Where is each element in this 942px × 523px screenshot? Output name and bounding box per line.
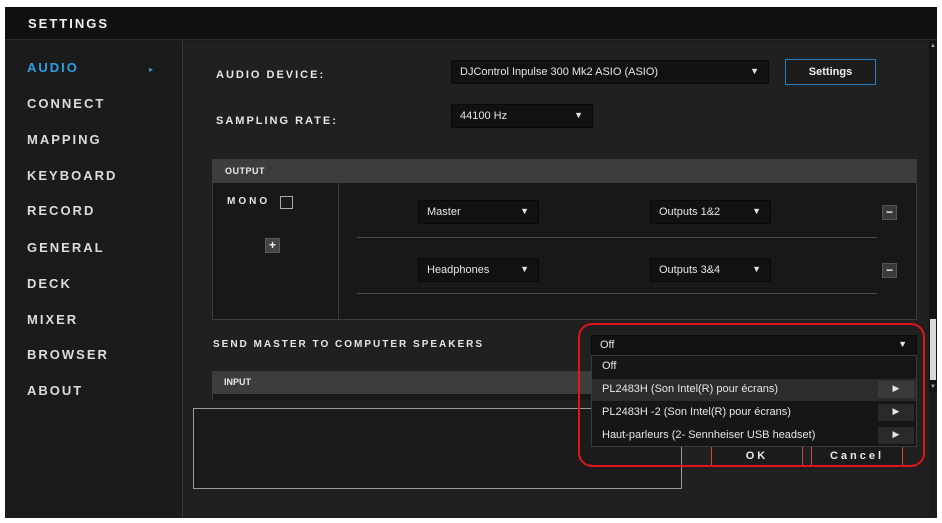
chevron-down-icon: ▼: [574, 110, 583, 120]
send-master-value: Off: [600, 339, 615, 351]
device-settings-button[interactable]: Settings: [785, 59, 876, 85]
output-port-value: Outputs 1&2: [659, 206, 721, 218]
add-output-button[interactable]: +: [265, 238, 280, 253]
output-channel-value: Headphones: [427, 264, 490, 276]
scroll-up-icon[interactable]: ▲: [929, 41, 937, 51]
sidebar-item-record[interactable]: RECORD: [27, 203, 95, 218]
ok-button[interactable]: OK: [711, 445, 803, 467]
audio-device-value: DJControl Inpulse 300 Mk2 ASIO (ASIO): [460, 66, 659, 78]
menu-item-haut-parleurs[interactable]: Haut-parleurs (2- Sennheiser USB headset…: [592, 425, 916, 447]
output-options: MONO +: [213, 183, 339, 319]
sidebar-item-mixer[interactable]: MIXER: [27, 312, 78, 327]
submenu-arrow-icon[interactable]: ▶: [878, 381, 914, 398]
active-arrow-icon: ▸: [149, 65, 154, 74]
menu-item-label: PL2483H (Son Intel(R) pour écrans): [602, 383, 779, 395]
output-channel-select-headphones[interactable]: Headphones ▼: [418, 258, 539, 282]
output-port-select-2[interactable]: Outputs 3&4 ▼: [650, 258, 771, 282]
menu-item-off[interactable]: Off: [592, 356, 916, 378]
send-master-select[interactable]: Off ▼: [591, 335, 917, 356]
sidebar-item-about[interactable]: ABOUT: [27, 383, 83, 398]
title-bar: SETTINGS: [5, 7, 937, 40]
menu-item-pl2483h[interactable]: PL2483H (Son Intel(R) pour écrans) ▶: [592, 379, 916, 401]
sidebar-item-browser[interactable]: BROWSER: [27, 347, 109, 362]
window-title: SETTINGS: [28, 16, 110, 31]
mono-label: MONO: [227, 196, 271, 207]
audio-device-select[interactable]: DJControl Inpulse 300 Mk2 ASIO (ASIO) ▼: [451, 60, 769, 84]
chevron-down-icon: ▼: [898, 339, 907, 349]
sidebar-item-deck[interactable]: DECK: [27, 276, 72, 291]
row-divider: [357, 237, 877, 238]
speaker-dropdown-menu: Off PL2483H (Son Intel(R) pour écrans) ▶…: [591, 355, 917, 447]
sidebar-item-audio[interactable]: AUDIO: [27, 60, 79, 75]
sampling-rate-select[interactable]: 44100 Hz ▼: [451, 104, 593, 128]
sidebar-item-connect[interactable]: CONNECT: [27, 96, 105, 111]
sidebar-item-mapping[interactable]: MAPPING: [27, 132, 102, 147]
sidebar: AUDIO ▸ CONNECT MAPPING KEYBOARD RECORD …: [5, 41, 183, 518]
chevron-down-icon: ▼: [752, 264, 761, 274]
output-panel: OUTPUT MONO + Master ▼ Outputs 1&2 ▼ − H…: [212, 159, 917, 320]
output-port-select-1[interactable]: Outputs 1&2 ▼: [650, 200, 771, 224]
menu-item-label: PL2483H -2 (Son Intel(R) pour écrans): [602, 406, 791, 418]
vertical-scrollbar[interactable]: ▲ ▼: [929, 41, 937, 392]
chevron-down-icon: ▼: [520, 206, 529, 216]
sampling-rate-value: 44100 Hz: [460, 110, 508, 122]
output-port-value: Outputs 3&4: [659, 264, 721, 276]
menu-item-label: Off: [602, 360, 617, 372]
remove-output-button[interactable]: −: [882, 263, 897, 278]
submenu-arrow-icon[interactable]: ▶: [878, 427, 914, 444]
sidebar-item-general[interactable]: GENERAL: [27, 240, 105, 255]
row-divider: [357, 293, 877, 294]
remove-output-button[interactable]: −: [882, 205, 897, 220]
mono-checkbox[interactable]: [280, 196, 293, 209]
cancel-button[interactable]: Cancel: [811, 445, 903, 467]
output-channel-value: Master: [427, 206, 461, 218]
submenu-arrow-icon[interactable]: ▶: [878, 404, 914, 421]
scroll-down-icon[interactable]: ▼: [929, 382, 937, 392]
menu-item-label: Haut-parleurs (2- Sennheiser USB headset…: [602, 429, 816, 441]
output-channel-select-master[interactable]: Master ▼: [418, 200, 539, 224]
scroll-thumb[interactable]: [930, 319, 936, 380]
audio-device-label: AUDIO DEVICE:: [216, 69, 326, 81]
menu-item-pl2483h-2[interactable]: PL2483H -2 (Son Intel(R) pour écrans) ▶: [592, 402, 916, 424]
sidebar-item-keyboard[interactable]: KEYBOARD: [27, 168, 117, 183]
sampling-rate-label: SAMPLING RATE:: [216, 115, 338, 127]
chevron-down-icon: ▼: [752, 206, 761, 216]
send-master-label: SEND MASTER TO COMPUTER SPEAKERS: [213, 339, 485, 350]
chevron-down-icon: ▼: [750, 66, 759, 76]
settings-window: SETTINGS AUDIO ▸ CONNECT MAPPING KEYBOAR…: [5, 7, 937, 518]
output-header: OUTPUT: [213, 160, 916, 183]
chevron-down-icon: ▼: [520, 264, 529, 274]
